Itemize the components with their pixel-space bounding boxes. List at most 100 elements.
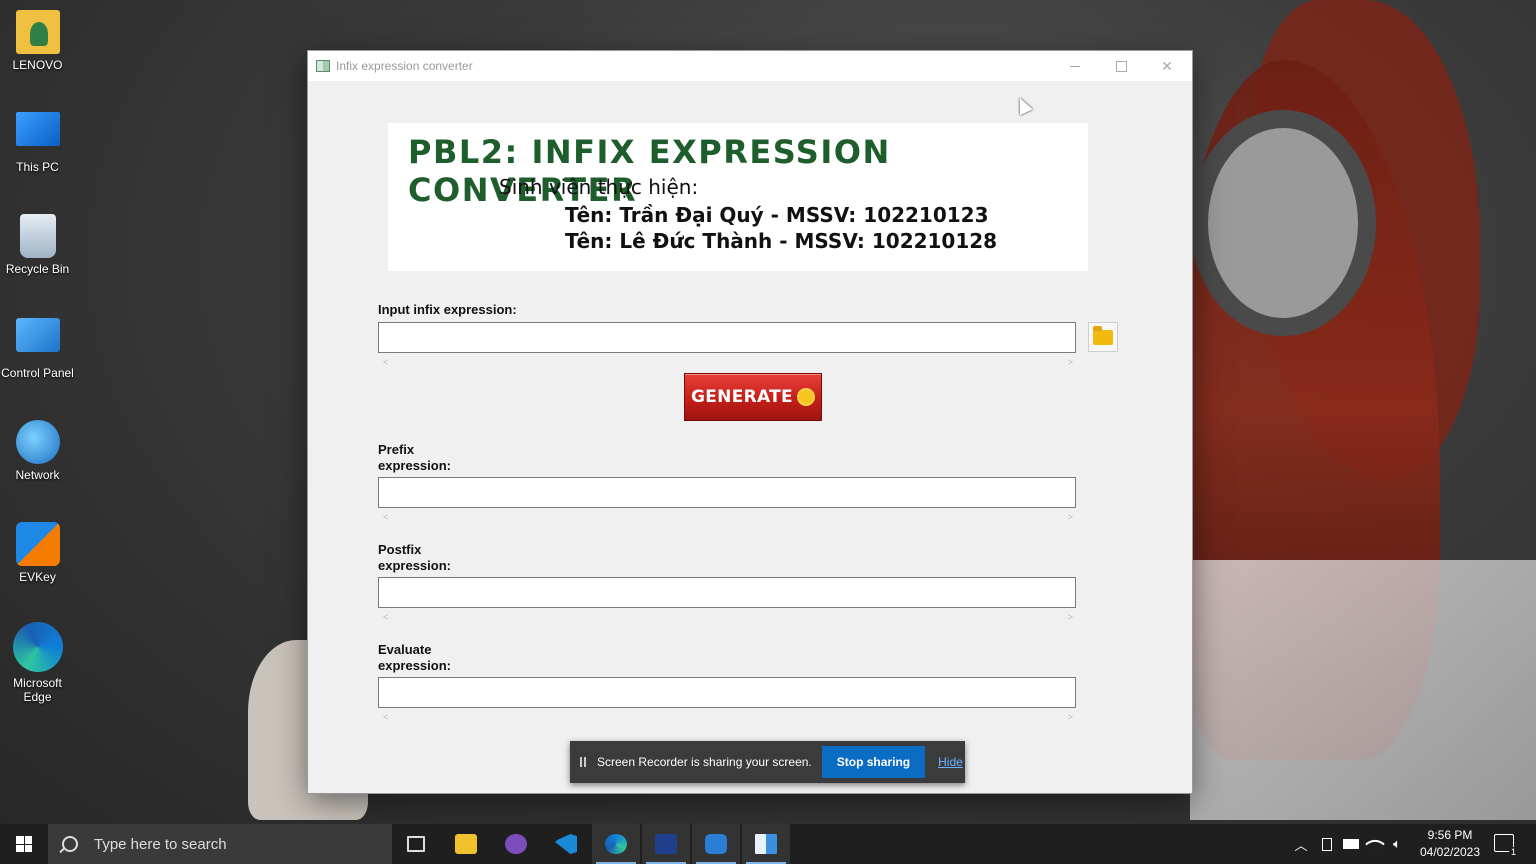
computer-icon <box>15 112 60 146</box>
taskbar-screen-recorder[interactable] <box>692 824 740 864</box>
notification-count: 1 <box>1508 847 1518 857</box>
evkey-icon <box>15 522 60 566</box>
minimize-button[interactable] <box>1052 51 1098 81</box>
drag-handle-icon[interactable] <box>580 757 586 767</box>
wallpaper-shirt <box>1190 560 1536 820</box>
prefix-scroll-hint: < > <box>378 512 1078 522</box>
evaluate-label: Evaluate expression: <box>378 642 451 673</box>
tray-wifi[interactable] <box>1364 824 1386 864</box>
sharing-message: Screen Recorder is sharing your screen. <box>597 755 812 769</box>
edge-icon <box>605 834 627 854</box>
banner-students-label: Sinh viên thực hiện: <box>499 175 699 199</box>
recycle-bin-icon <box>19 214 56 258</box>
input-label: Input infix expression: <box>378 302 517 317</box>
scroll-left-arrow[interactable]: < <box>383 512 388 522</box>
screen-sharing-bar: Screen Recorder is sharing your screen. … <box>570 741 965 783</box>
desktop-icon-recycle-bin[interactable]: Recycle Bin <box>0 214 75 276</box>
prefix-output[interactable] <box>378 477 1076 508</box>
generate-button[interactable]: GENERATE <box>684 373 822 421</box>
taskbar-dev-cpp[interactable] <box>642 824 690 864</box>
desktop-icon-lenovo[interactable]: LENOVO <box>0 10 75 72</box>
desktop-icon-network[interactable]: Network <box>0 420 75 482</box>
show-hidden-icons[interactable]: ︿ <box>1290 824 1312 864</box>
evaluate-output[interactable] <box>378 677 1076 708</box>
scroll-left-arrow[interactable]: < <box>383 712 388 722</box>
scroll-left-arrow[interactable]: < <box>383 612 388 622</box>
battery-icon <box>1343 839 1359 849</box>
taskbar-task-view[interactable] <box>392 824 440 864</box>
input-scroll-hint: < > <box>378 357 1078 367</box>
close-button[interactable]: ✕ <box>1144 51 1190 81</box>
taskbar-app-window[interactable] <box>742 824 790 864</box>
app-window: Infix expression converter ✕ PBL2: INFIX… <box>308 51 1192 793</box>
folder-icon <box>1093 325 1113 345</box>
postfix-label: Postfix expression: <box>378 542 451 573</box>
taskbar-vscode[interactable] <box>542 824 590 864</box>
generate-label: GENERATE <box>691 387 793 407</box>
start-button[interactable] <box>0 824 48 864</box>
desktop-icon-label: Recycle Bin <box>5 262 70 276</box>
desktop-icon-label: Microsoft Edge <box>13 676 62 704</box>
network-globe-icon <box>15 420 60 464</box>
taskbar-github-desktop[interactable] <box>492 824 540 864</box>
github-icon <box>505 834 527 854</box>
taskbar-search[interactable]: Type here to search <box>48 824 392 864</box>
volume-icon: 🔈︎ <box>1393 836 1401 851</box>
postfix-scroll-hint: < > <box>378 612 1078 622</box>
scroll-right-arrow[interactable]: > <box>1068 712 1073 722</box>
taskbar-edge[interactable] <box>592 824 640 864</box>
infix-input[interactable] <box>378 322 1076 353</box>
desktop-icon-label: Network <box>15 468 60 482</box>
desktop-icon-control-panel[interactable]: Control Panel <box>0 318 75 380</box>
notification-center-icon[interactable]: 1 <box>1494 834 1518 857</box>
user-folder-icon <box>15 10 60 54</box>
screen-recorder-icon <box>705 834 727 854</box>
wifi-icon <box>1365 834 1385 854</box>
stop-sharing-button[interactable]: Stop sharing <box>821 746 926 778</box>
tray-battery[interactable] <box>1340 824 1362 864</box>
window-title: Infix expression converter <box>336 59 473 73</box>
open-file-button[interactable] <box>1088 322 1118 352</box>
scroll-left-arrow[interactable]: < <box>383 357 388 367</box>
edge-icon <box>12 622 63 672</box>
taskbar-file-explorer[interactable] <box>442 824 490 864</box>
clock-time: 9:56 PM <box>1427 828 1473 842</box>
desktop-icon-edge[interactable]: Microsoft Edge <box>0 622 75 704</box>
device-icon <box>1322 837 1332 851</box>
postfix-output[interactable] <box>378 577 1076 608</box>
desktop-icon-label: This PC <box>16 160 59 174</box>
desktop-icon-evkey[interactable]: EVKey <box>0 522 75 584</box>
search-placeholder: Type here to search <box>94 835 227 853</box>
search-icon <box>62 836 78 852</box>
app-window-icon <box>755 834 777 854</box>
scroll-right-arrow[interactable]: > <box>1068 357 1073 367</box>
banner-student-1: Tên: Trần Đại Quý - MSSV: 102210123 <box>565 203 989 227</box>
close-icon: ✕ <box>1161 57 1173 74</box>
evaluate-scroll-hint: < > <box>378 712 1078 722</box>
header-banner: PBL2: INFIX EXPRESSION CONVERTER Sinh vi… <box>388 123 1088 271</box>
scroll-right-arrow[interactable]: > <box>1068 612 1073 622</box>
control-panel-icon <box>15 318 60 352</box>
file-explorer-icon <box>455 834 477 854</box>
hide-link[interactable]: Hide <box>938 755 963 769</box>
taskbar: Type here to search ︿ 🔈︎ 9:56 PM 04/02/2… <box>0 824 1536 864</box>
tray-volume[interactable]: 🔈︎ <box>1386 824 1408 864</box>
wallpaper-headphones <box>1190 110 1376 336</box>
prefix-label: Prefix expression: <box>378 442 451 473</box>
desktop-icon-label: LENOVO <box>12 58 63 72</box>
dev-cpp-icon <box>655 834 677 854</box>
windows-logo-icon <box>16 836 32 852</box>
maximize-button[interactable] <box>1098 51 1144 81</box>
desktop-icon-label: Control Panel <box>1 366 74 380</box>
minimize-icon <box>1070 65 1080 67</box>
vscode-icon <box>555 834 577 854</box>
desktop-icon-this-pc[interactable]: This PC <box>0 112 75 174</box>
chevron-up-icon: ︿ <box>1294 837 1308 853</box>
taskbar-clock[interactable]: 9:56 PM 04/02/2023 <box>1408 824 1492 864</box>
task-view-icon <box>407 836 425 852</box>
window-titlebar[interactable]: Infix expression converter ✕ <box>308 51 1192 81</box>
banner-student-2: Tên: Lê Đức Thành - MSSV: 102210128 <box>565 229 998 253</box>
scroll-right-arrow[interactable]: > <box>1068 512 1073 522</box>
app-icon <box>316 60 330 72</box>
tray-device[interactable] <box>1316 824 1338 864</box>
